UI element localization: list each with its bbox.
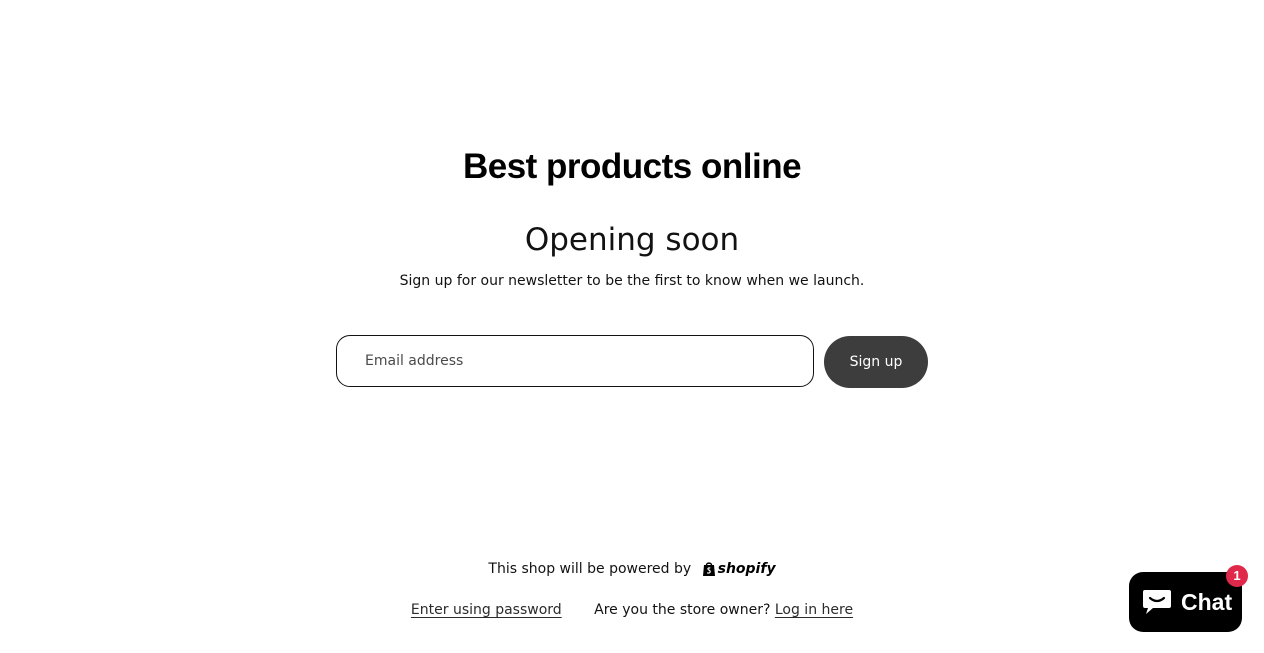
shopify-logo[interactable]: shopify [702, 561, 776, 577]
owner-question: Are you the store owner? [594, 602, 771, 618]
password-page: Best products online Opening soon Sign u… [0, 0, 1264, 653]
newsletter-description: Sign up for our newsletter to be the fir… [399, 273, 865, 289]
login-link[interactable]: Log in here [775, 602, 853, 618]
signup-button[interactable]: Sign up [824, 336, 928, 388]
chat-bubble-icon [1143, 590, 1171, 614]
chat-notification-badge: 1 [1226, 565, 1248, 587]
email-input[interactable] [337, 336, 813, 386]
opening-soon-heading: Opening soon [524, 222, 740, 258]
email-field-wrapper [336, 335, 814, 387]
footer-links: Enter using password Are you the store o… [0, 602, 1264, 618]
chat-button[interactable]: Chat [1129, 572, 1242, 632]
powered-by-text: This shop will be powered by [488, 561, 692, 577]
shopify-wordmark: shopify [717, 561, 776, 577]
powered-by: This shop will be powered by shopify [0, 561, 1264, 577]
shopify-bag-icon [702, 562, 715, 576]
chat-label: Chat [1181, 588, 1233, 615]
store-name: Best products online [462, 147, 802, 186]
enter-password-link[interactable]: Enter using password [411, 602, 562, 618]
